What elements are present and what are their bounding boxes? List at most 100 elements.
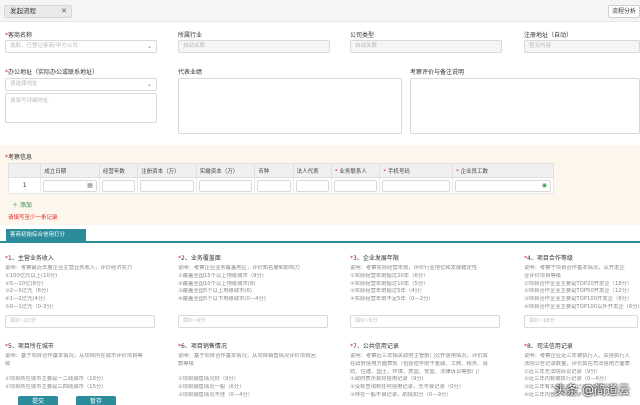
- section-title: *6、项目销售情况: [178, 343, 227, 350]
- radio-icon: ◉: [541, 181, 547, 189]
- date-input[interactable]: ▦: [43, 179, 97, 192]
- section-desc: ①近三年无法院诉讼记录（9分）: [524, 368, 601, 375]
- section-desc: ④实际经营年限不足5年（0—2分）: [350, 296, 434, 303]
- section-desc: ③项目合作企业主要是TOP100开发企（8分）: [524, 296, 633, 303]
- contact-input[interactable]: [333, 179, 378, 192]
- office-address-detail[interactable]: 请填写详细地址: [5, 93, 157, 123]
- evaluation-textarea[interactable]: [410, 78, 640, 134]
- industry-label: 所属行业: [178, 32, 203, 39]
- section-desc: 说明：考察近三年相关政府主管部门公开信用情况，评价其: [350, 353, 488, 359]
- section-desc: 级: [5, 360, 11, 367]
- section-desc: [178, 304, 332, 312]
- section-desc: ③实际经营年限超过5年（4分）: [350, 288, 426, 295]
- inspection-title: *考察信息: [5, 154, 33, 161]
- score-input[interactable]: 如0~9分: [178, 314, 328, 328]
- section-desc: 说明：基于项目合作基本情况，从项目销售情况评价项目回: [178, 353, 316, 359]
- section-title: *1、主营业务收入: [5, 255, 54, 262]
- industry-field: 自动关联: [178, 40, 330, 53]
- section-desc: 说明：基于项目合作基本情况，从项目所在城市评价项目等: [5, 353, 143, 359]
- score-section-2: *2、业务覆盖面 说明：考察企业业务覆盖地区，评价知名度和影响力 ①覆盖全国15…: [178, 253, 332, 328]
- legal-rep-input[interactable]: [295, 179, 329, 192]
- section-desc: ③项目销售情况不佳（0—4分）: [178, 391, 254, 398]
- evaluation-label: 考察评价与备注说明: [410, 69, 465, 76]
- section-desc: 在政府信用方面表现（包括但不限于金融、工商、税务、消: [350, 360, 488, 367]
- section-desc: ①100亿元以上(10分): [5, 272, 58, 279]
- score-section-4: *4、项目合作等级 说明：考察于项目合作基本情况，从开发企 业评价项目等级 ①项…: [524, 253, 640, 328]
- office-address-select[interactable]: 请选择地址 ⌄: [5, 78, 157, 91]
- section-title: *2、业务覆盖面: [178, 255, 221, 262]
- flow-analysis-button[interactable]: 流程分析: [608, 5, 640, 18]
- tab-start-process[interactable]: 发起流程 ✕: [4, 5, 72, 18]
- section-desc: 业评价项目等级: [524, 272, 562, 279]
- submit-button[interactable]: 提交: [18, 396, 58, 405]
- score-section-5: *5、项目所在城市 说明：基于项目合作基本情况，从项目所在城市评价项目等 级 ①…: [5, 341, 159, 392]
- score-input[interactable]: 如0~10分: [5, 314, 155, 328]
- staff-count-input[interactable]: ◉: [455, 179, 551, 192]
- section-desc: ③覆盖全国5个以上地级城市(6): [178, 288, 252, 295]
- reg-capital-input[interactable]: [140, 179, 194, 192]
- scoring-divider: [0, 241, 640, 243]
- col-header: 实缴资本（万）: [195, 163, 256, 178]
- score-section-7: *7、公共信用记录 说明：考察近三年相关政府主管部门公开信用情况，评价其 在政府…: [350, 341, 504, 400]
- inspection-table: 成立日期 经营年数 注册资本（万） 实缴资本（万） 币种 法人代表 * 业务联系…: [7, 163, 554, 194]
- section-desc: 说明：考察实际经营年限，评价行业地位和发展稳定性: [350, 265, 478, 271]
- section-desc: ①覆盖全国15个以上地级城市（9分）: [178, 272, 268, 279]
- section-title: *3、企业发展年限: [350, 255, 399, 262]
- chevron-down-icon: ⌄: [146, 43, 152, 50]
- cell: [292, 177, 332, 194]
- cell: [379, 177, 453, 194]
- section-title: *4、项目合作等级: [524, 255, 573, 262]
- section-desc: ①项目销售情况好（9分）: [178, 376, 240, 383]
- section-desc: ②没有查询到任何信用记录，无不良记录（0分）: [350, 384, 465, 391]
- calendar-icon: ▦: [87, 181, 93, 189]
- section-desc: 说明：考察于项目合作基本情况，从开发企: [524, 265, 625, 271]
- add-label: 添加: [19, 202, 32, 209]
- office-address-label: *办公地址（实际办公或联系地址）: [5, 69, 99, 76]
- save-draft-button[interactable]: 暂存: [76, 396, 116, 405]
- tab-label: 发起流程: [10, 7, 36, 15]
- section-title: *5、项目所在城市: [5, 343, 54, 350]
- customer-name-label: *客商名称: [5, 32, 33, 39]
- section-desc: ④覆盖全国5个以下地级城市(0—4分): [178, 296, 266, 303]
- col-header: 币种: [254, 163, 294, 178]
- customer-name-select[interactable]: 选取，已登记客商/甲方公司 ⌄: [5, 40, 157, 53]
- section-desc: ④1—2亿元(4分): [5, 296, 46, 303]
- section-desc: 款等级: [178, 360, 194, 367]
- add-row-button[interactable]: ＋ 添加: [12, 200, 32, 209]
- col-header: 法人代表: [292, 163, 332, 178]
- scoring-tab[interactable]: 客商初始综合信用打分: [6, 229, 86, 242]
- years-input[interactable]: [101, 179, 136, 192]
- section-desc: ②项目合作企业主要是TOP50开发企（12分）: [524, 288, 633, 295]
- paid-capital-input[interactable]: [198, 179, 253, 192]
- cell: [137, 177, 197, 194]
- section-desc: ②项目所在城市主要是三四线城市（15分）: [5, 384, 107, 391]
- section-desc: ⑤0—1亿元（0-3分）: [5, 303, 57, 310]
- rep-projects-textarea[interactable]: [178, 78, 402, 134]
- score-input[interactable]: 如0~6分: [350, 314, 500, 328]
- rep-projects-label: 代表业绩: [178, 69, 203, 76]
- section-desc: ④项目合作企业主要是TOP100以外开发企（6分）: [524, 303, 640, 310]
- section-desc: [350, 304, 504, 312]
- phone-input[interactable]: [382, 179, 450, 192]
- score-input[interactable]: 如0~18分: [524, 314, 638, 328]
- chevron-down-icon: ⌄: [146, 81, 152, 88]
- currency-input[interactable]: [257, 179, 291, 192]
- section-desc: ②项目销售情况一般（6分）: [178, 384, 245, 391]
- col-header-required: * 企业员工数: [452, 163, 554, 178]
- section-desc: ②覆盖全国10个以上地级城市(8): [178, 280, 256, 287]
- cell: [254, 177, 294, 194]
- customer-name-placeholder: 选取，已登记客商/甲方公司: [10, 43, 78, 49]
- company-type-label: 公司类型: [350, 32, 375, 39]
- section-desc: ①项目合作企业主要是TOP20开发企（18分）: [524, 280, 633, 287]
- section-title: *8、司法信用记录: [524, 343, 573, 350]
- index-header: [7, 163, 42, 178]
- cell: ◉: [452, 177, 554, 194]
- cell: [98, 177, 139, 194]
- watermark: 头条 @简道云: [554, 383, 630, 397]
- section-desc: ②5—10亿(8分): [5, 280, 44, 287]
- validation-warning: 请填写至少一条记录: [8, 215, 58, 221]
- section-desc: ①政府表示良好信用记录（9分）: [350, 376, 427, 383]
- section-title: *7、公共信用记录: [350, 343, 399, 350]
- close-icon[interactable]: ✕: [61, 6, 67, 17]
- section-desc: ①项目所在城市主要是一二线城市（18分）: [5, 376, 107, 383]
